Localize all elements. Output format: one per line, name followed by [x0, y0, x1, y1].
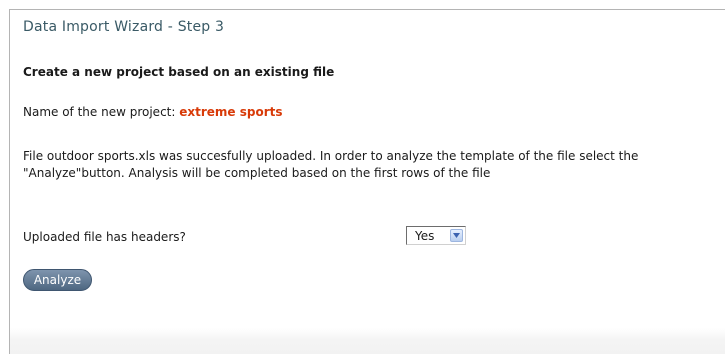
- upload-message-line-1: File outdoor sports.xls was succesfully …: [23, 149, 639, 163]
- analyze-button[interactable]: Analyze: [23, 269, 92, 291]
- project-name-label: Name of the new project:: [23, 105, 180, 119]
- upload-message-line-2: "Analyze"button. Analysis will be comple…: [23, 166, 491, 180]
- upload-message: File outdoor sports.xls was succesfully …: [23, 148, 638, 182]
- chevron-down-icon[interactable]: [450, 229, 463, 242]
- wizard-panel: Data Import Wizard - Step 3 Create a new…: [9, 9, 725, 354]
- project-name-line: Name of the new project: extreme sports: [23, 105, 283, 119]
- project-name-value: extreme sports: [179, 105, 283, 119]
- page-title: Data Import Wizard - Step 3: [23, 19, 225, 35]
- headers-select-value: Yes: [415, 229, 435, 243]
- headers-field-label: Uploaded file has headers?: [23, 230, 186, 244]
- step-subtitle: Create a new project based on an existin…: [23, 65, 335, 79]
- headers-select[interactable]: Yes: [406, 226, 466, 245]
